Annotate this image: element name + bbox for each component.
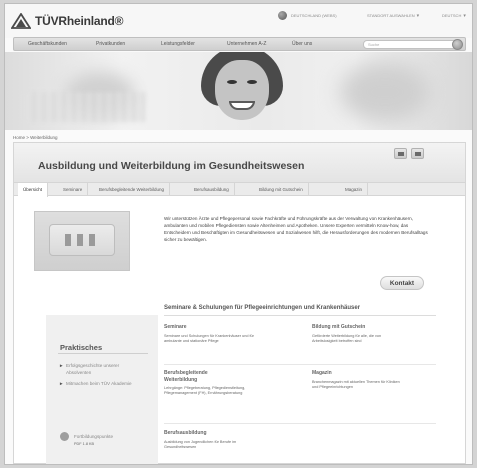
device-detail — [89, 234, 95, 246]
globe-icon — [278, 11, 287, 20]
title-bar: Ausbildung und Weiterbildung im Gesundhe… — [14, 143, 465, 183]
sidebar-title: Praktisches — [60, 343, 103, 352]
seminare-desc: Seminare und Schulungen für Krankenhäuse… — [164, 334, 254, 343]
search-input[interactable]: Suche — [363, 40, 459, 49]
magazin-desc: Branchenmagazin mit aktuellen Themen für… — [312, 380, 400, 389]
browser-page: TÜVRheinland® DEUTSCHLAND (WEBS) STANDOR… — [4, 3, 473, 465]
print-icon[interactable] — [394, 148, 407, 159]
tab-berufsausbildung[interactable]: Berufsausbildung — [189, 183, 235, 196]
triangle-logo-icon — [11, 13, 31, 29]
magazin-title[interactable]: Magazin — [312, 370, 332, 377]
gutschein-desc: Geförderte Weiterbildung für alle, die v… — [312, 334, 382, 343]
weiterbildung-title[interactable]: Berufsbegleitende Weiterbildung — [164, 370, 234, 383]
divider — [164, 315, 436, 316]
nav-privatkunden[interactable]: Privatkunden — [96, 41, 125, 47]
intro-image — [34, 211, 130, 271]
language-selector[interactable]: DEUTSCH ▾ — [442, 13, 466, 19]
gutschein-title[interactable]: Bildung mit Gutschein — [312, 324, 365, 331]
nav-geschaeftskunden[interactable]: Geschäftskunden — [28, 41, 67, 47]
sidebar-link-mitmachen[interactable]: ► Mitmachen beim TÜV Akademie — [59, 381, 145, 388]
fortbildungspunkte-link[interactable]: Fortbildungspunkte — [74, 434, 113, 439]
chevron-down-icon: ▾ — [463, 13, 466, 19]
arrow-bullet-icon: ► — [59, 363, 64, 368]
divider — [164, 423, 436, 424]
intro-text: Wir unterstützen Ärzte und Pflegepersona… — [164, 216, 428, 242]
country-selector[interactable]: DEUTSCHLAND (WEBS) — [291, 13, 337, 18]
search-button[interactable] — [452, 39, 463, 50]
page-title: Ausbildung und Weiterbildung im Gesundhe… — [38, 160, 305, 172]
tab-bar: Übersicht Seminare Berufsbegleitende Wei… — [14, 183, 465, 197]
sidebar-link-erfolgsgeschichte[interactable]: ► Erfolgsgeschichte unserer Absolventen — [59, 363, 145, 376]
location-label: STANDORT AUSWAHLEN — [367, 13, 415, 18]
divider — [58, 353, 148, 354]
berufsausbildung-title[interactable]: Berufsausbildung — [164, 430, 207, 437]
hero-image — [5, 52, 472, 130]
divider — [164, 364, 436, 365]
portrait-eye — [227, 80, 237, 84]
share-icon[interactable] — [411, 148, 424, 159]
seminare-title[interactable]: Seminare — [164, 324, 187, 331]
tab-bildung-mit-gutschein[interactable]: Bildung mit Gutschein — [254, 183, 309, 196]
portrait-face — [215, 60, 269, 120]
hero-background-shape — [25, 92, 145, 122]
tuv-logo[interactable]: TÜVRheinland® — [11, 13, 123, 29]
content-card: Ausbildung und Weiterbildung im Gesundhe… — [13, 142, 466, 464]
device-detail — [77, 234, 83, 246]
top-bar: TÜVRheinland® DEUTSCHLAND (WEBS) STANDOR… — [5, 4, 472, 38]
tab-uebersicht[interactable]: Übersicht — [18, 183, 49, 197]
file-size: PDF 1.8 KB — [74, 442, 95, 446]
sidebar-link-label: Mitmachen beim TÜV Akademie — [66, 381, 132, 386]
hero-portrait — [201, 52, 283, 130]
praktisches-panel: Praktisches ► Erfolgsgeschichte unserer … — [46, 315, 158, 464]
berufsausbildung-desc: Ausbildung von Jugendlichen für Berufe i… — [164, 440, 237, 449]
arrow-bullet-icon: ► — [59, 381, 64, 386]
weiterbildung-desc: Lehrgänge: Pflegeberatung, Pflegedienstl… — [164, 386, 246, 395]
tab-seminare[interactable]: Seminare — [58, 183, 89, 196]
device-detail — [65, 234, 71, 246]
portrait-eye — [247, 80, 257, 84]
tab-magazin[interactable]: Magazin — [340, 183, 369, 196]
kontakt-button[interactable]: Kontakt — [380, 276, 424, 290]
chevron-down-icon: ▾ — [416, 13, 420, 19]
location-selector[interactable]: STANDORT AUSWAHLEN ▾ — [367, 13, 419, 19]
nav-ueber-uns[interactable]: Über uns — [292, 41, 312, 47]
hero-background-shape — [340, 62, 430, 122]
breadcrumb[interactable]: Home > Weiterbildung — [13, 135, 58, 140]
sidebar-link-label: Erfolgsgeschichte unserer Absolventen — [66, 363, 120, 375]
nav-leistungsfelder[interactable]: Leistungsfelder — [161, 41, 195, 47]
tab-berufsbegleitende-weiterbildung[interactable]: Berufsbegleitende Weiterbildung — [94, 183, 170, 196]
nav-unternehmen[interactable]: Unternehmen A-Z — [227, 41, 266, 47]
logo-text: TÜVRheinland® — [35, 14, 124, 28]
language-label: DEUTSCH — [442, 13, 462, 18]
main-nav: Geschäftskunden Privatkunden Leistungsfe… — [13, 37, 466, 51]
pdf-icon — [60, 432, 69, 441]
seminars-heading: Seminare & Schulungen für Pflegeeinricht… — [164, 305, 361, 311]
